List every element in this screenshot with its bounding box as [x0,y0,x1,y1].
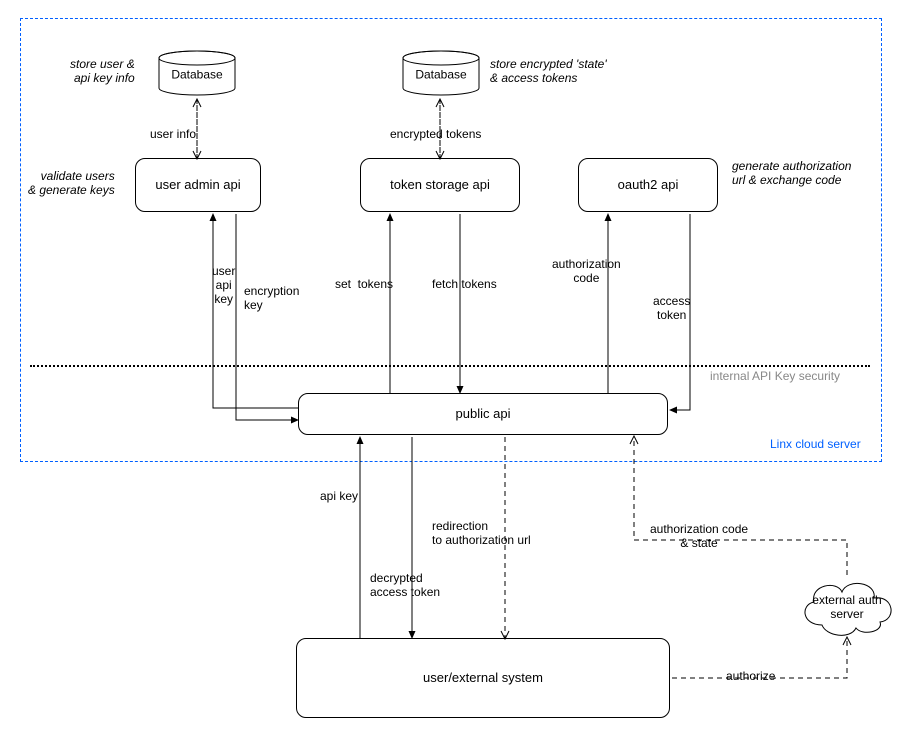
edge-authorize: authorize [726,670,775,684]
user-admin-api-box: user admin api [135,158,261,212]
user-admin-api-label: user admin api [155,177,240,193]
external-auth-cloud: external auth server [792,570,902,640]
token-storage-api-label: token storage api [390,177,490,193]
edge-set-tokens: set tokens [335,278,393,292]
edge-auth-code-state: authorization code & state [650,523,748,551]
edge-redirection: redirection to authorization url [432,520,531,548]
database-token: Database [402,50,480,96]
database-user-note: store user & api key info [70,58,135,86]
database-token-note: store encrypted 'state' & access tokens [490,58,607,86]
oauth2-api-note: generate authorization url & exchange co… [732,160,851,188]
edge-access-token: access token [653,295,690,323]
public-api-label: public api [456,406,511,422]
oauth2-api-label: oauth2 api [618,177,679,193]
edge-encryption-key: encryption key [244,285,299,313]
public-api-box: public api [298,393,668,435]
database-user: Database [158,50,236,96]
edge-decrypted-token: decrypted access token [370,572,440,600]
edge-fetch-tokens: fetch tokens [432,278,497,292]
internal-security-label: internal API Key security [710,370,840,384]
oauth2-api-box: oauth2 api [578,158,718,212]
edge-user-info: user info [150,128,196,142]
user-admin-api-note: validate users & generate keys [28,170,115,198]
token-storage-api-box: token storage api [360,158,520,212]
edge-api-key: api key [320,490,358,504]
edge-authorization-code: authorization code [552,258,621,286]
edge-user-api-key: user api key [212,265,235,306]
cloud-server-label: Linx cloud server [770,438,861,452]
diagram-canvas: Linx cloud server internal API Key secur… [0,0,916,754]
database-user-label: Database [158,67,236,81]
database-token-label: Database [402,67,480,81]
external-auth-label: external auth server [792,594,902,622]
external-system-label: user/external system [423,670,543,686]
edge-encrypted-tokens: encrypted tokens [390,128,481,142]
internal-security-line [30,365,870,367]
external-system-box: user/external system [296,638,670,718]
